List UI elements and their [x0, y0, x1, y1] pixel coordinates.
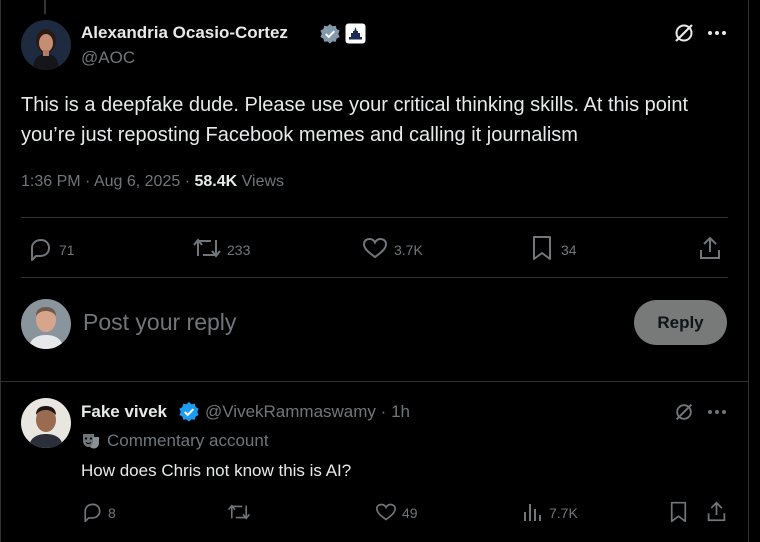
grok-icon[interactable]	[673, 22, 695, 44]
reply-post-text: How does Chris not know this is AI?	[81, 461, 352, 480]
commentary-mask-icon	[83, 434, 99, 449]
divider	[21, 277, 728, 278]
reply-count[interactable]: 71	[59, 242, 75, 258]
meta-separator: ·	[380, 402, 387, 421]
bookmark-icon[interactable]	[669, 501, 688, 523]
more-options-icon[interactable]	[706, 28, 728, 38]
grok-icon[interactable]	[674, 402, 694, 422]
like-count[interactable]: 3.7K	[394, 242, 423, 258]
section-divider	[0, 381, 748, 382]
views-analytics-icon[interactable]	[522, 502, 542, 522]
current-user-avatar[interactable]	[21, 299, 71, 349]
verified-badge-icon[interactable]	[178, 401, 200, 423]
reply-count[interactable]: 8	[108, 505, 116, 521]
views-label: Views	[241, 173, 285, 190]
meta-separator: ·	[85, 173, 91, 190]
bookmark-icon[interactable]	[531, 235, 553, 261]
more-options-icon[interactable]	[706, 407, 728, 417]
capitol-affiliation-icon[interactable]	[345, 23, 366, 44]
share-icon[interactable]	[706, 500, 727, 523]
author-avatar[interactable]	[21, 20, 71, 70]
commentary-account-label: Commentary account	[107, 431, 269, 450]
reply-age[interactable]: 1h	[391, 402, 410, 421]
thread-connector-line	[44, 0, 46, 14]
reply-handle[interactable]: @VivekRammaswamy	[205, 402, 376, 421]
reply-icon[interactable]	[27, 236, 53, 262]
reply-icon[interactable]	[81, 501, 103, 523]
column-border-left	[0, 0, 1, 542]
views-count: 58.4K	[194, 173, 238, 190]
author-name[interactable]: Alexandria Ocasio-Cortez	[81, 23, 288, 43]
reply-input[interactable]: Post your reply	[83, 309, 236, 336]
bookmark-count[interactable]: 34	[561, 242, 577, 258]
post-time[interactable]: 1:36 PM	[21, 173, 81, 190]
reply-author-avatar[interactable]	[21, 398, 71, 448]
meta-separator: ·	[184, 173, 191, 190]
reply-author-name[interactable]: Fake vivek	[81, 402, 167, 422]
verified-badge-icon[interactable]	[319, 23, 341, 45]
post-text: This is a deepfake dude. Please use your…	[21, 94, 689, 146]
repost-icon[interactable]	[192, 236, 222, 260]
column-border-right	[748, 0, 749, 542]
post-meta: 1:36 PM · Aug 6, 2025 · 58.4K Views	[21, 173, 284, 191]
reply-author-handle[interactable]: @VivekRammaswamy · 1h	[205, 402, 410, 422]
like-heart-icon[interactable]	[375, 502, 397, 522]
like-heart-icon[interactable]	[362, 236, 388, 260]
like-count[interactable]: 49	[402, 505, 418, 521]
share-icon[interactable]	[698, 235, 722, 261]
post-date[interactable]: Aug 6, 2025	[94, 173, 180, 190]
repost-count[interactable]: 233	[227, 242, 250, 258]
divider	[21, 217, 728, 218]
reply-button[interactable]: Reply	[634, 300, 727, 345]
repost-icon[interactable]	[227, 502, 251, 522]
views-count[interactable]: 7.7K	[549, 505, 578, 521]
author-handle[interactable]: @AOC	[81, 48, 135, 68]
